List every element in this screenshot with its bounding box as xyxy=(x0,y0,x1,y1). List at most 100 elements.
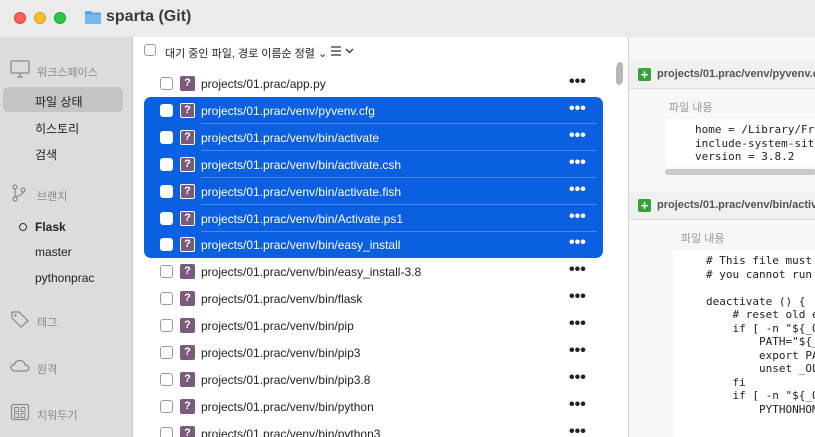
stage-checkbox[interactable] xyxy=(160,130,173,144)
more-options-button[interactable]: ••• xyxy=(569,342,586,360)
sidebar-item-search[interactable]: 검색 xyxy=(3,140,123,165)
stage-checkbox[interactable] xyxy=(160,426,173,437)
stage-checkbox[interactable] xyxy=(160,346,173,359)
stage-checkbox[interactable] xyxy=(160,184,173,198)
file-row[interactable]: ? projects/01.prac/venv/bin/activate ••• xyxy=(144,124,603,151)
file-row[interactable]: ? projects/01.prac/venv/bin/activate.fish… xyxy=(144,178,603,205)
file-row[interactable]: ? projects/01.prac/venv/bin/easy_install-… xyxy=(144,258,603,285)
untracked-status-icon: ? xyxy=(180,425,195,437)
untracked-status-icon: ? xyxy=(180,318,195,334)
more-options-button[interactable]: ••• xyxy=(569,208,586,226)
more-options-button[interactable]: ••• xyxy=(569,369,586,387)
untracked-status-icon: ? xyxy=(180,291,195,307)
more-options-button[interactable]: ••• xyxy=(569,315,586,333)
added-icon: + xyxy=(638,199,651,212)
stage-checkbox[interactable] xyxy=(160,238,173,252)
folder-icon xyxy=(85,11,101,24)
zoom-window-button[interactable] xyxy=(54,12,66,24)
file-path: projects/01.prac/venv/bin/activate xyxy=(201,130,380,145)
file-list-header: 대기 중인 파일, 경로 이름순 정렬 ⌄ xyxy=(134,37,611,63)
diff-code: # This file must be # you cannot run it … xyxy=(706,254,815,416)
more-options-button[interactable]: ••• xyxy=(569,181,586,199)
file-path: projects/01.prac/venv/bin/activate.csh xyxy=(201,157,402,172)
stage-checkbox[interactable] xyxy=(160,157,173,171)
cloud-icon xyxy=(10,359,30,372)
minimize-window-button[interactable] xyxy=(34,12,46,24)
stage-checkbox[interactable] xyxy=(160,372,173,386)
more-options-button[interactable]: ••• xyxy=(569,100,586,118)
stash-icon xyxy=(10,403,30,421)
untracked-status-icon: ? xyxy=(180,156,195,172)
view-options-menu-icon[interactable] xyxy=(330,44,358,58)
stage-checkbox[interactable] xyxy=(160,77,173,90)
file-row[interactable]: ? projects/01.prac/venv/pyvenv.cfg ••• xyxy=(144,97,603,124)
hunk-header: 파일 내용 xyxy=(669,102,713,114)
untracked-status-icon: ? xyxy=(180,129,195,145)
file-path: projects/01.prac/venv/bin/python xyxy=(201,399,374,414)
diff-pane: + projects/01.prac/venv/pyvenv.cfg 파일 내용… xyxy=(628,37,815,437)
file-path: projects/01.prac/venv/bin/pip3 xyxy=(201,346,361,360)
file-path: projects/01.prac/venv/bin/python3 xyxy=(201,426,381,437)
stage-checkbox[interactable] xyxy=(160,319,173,333)
tag-icon xyxy=(11,311,29,328)
more-options-button[interactable]: ••• xyxy=(569,396,586,414)
file-row[interactable]: ? projects/01.prac/venv/bin/easy_install •… xyxy=(144,231,603,258)
monitor-icon xyxy=(10,60,30,78)
branch-icon xyxy=(12,184,26,202)
file-row[interactable]: ? projects/01.prac/venv/bin/pip3 ••• xyxy=(144,339,603,366)
file-path: projects/01.prac/venv/pyvenv.cfg xyxy=(201,103,375,118)
hunk-header: 파일 내용 xyxy=(681,233,725,245)
file-row[interactable]: ? projects/01.prac/venv/bin/pip3.8 ••• xyxy=(144,366,603,393)
untracked-status-icon: ? xyxy=(180,183,195,199)
file-path: projects/01.prac/venv/bin/pip3.8 xyxy=(201,372,371,387)
more-options-button[interactable]: ••• xyxy=(569,234,586,252)
sidebar-branch-pythonprac[interactable]: pythonprac xyxy=(3,265,123,290)
stage-checkbox[interactable] xyxy=(160,265,173,279)
more-options-button[interactable]: ••• xyxy=(569,423,586,437)
sidebar-item-history[interactable]: 히스토리 xyxy=(3,114,123,139)
file-path: projects/01.prac/app.py xyxy=(201,77,326,91)
file-path: projects/01.prac/venv/bin/flask xyxy=(201,292,363,307)
diff-file-header[interactable]: + projects/01.prac/venv/pyvenv.cfg xyxy=(629,61,815,89)
horizontal-scrollbar[interactable] xyxy=(665,169,815,175)
more-options-button[interactable]: ••• xyxy=(569,73,586,91)
diff-file-header[interactable]: + projects/01.prac/venv/bin/activate xyxy=(629,192,815,220)
more-options-button[interactable]: ••• xyxy=(569,127,586,145)
untracked-status-icon: ? xyxy=(180,264,195,280)
stage-checkbox[interactable] xyxy=(160,399,173,413)
file-path: projects/01.prac/venv/bin/easy_install xyxy=(201,238,401,253)
file-path: projects/01.prac/venv/bin/activate.fish xyxy=(201,184,402,199)
sidebar: 워크스페이스 파일 상태 히스토리 검색 브랜치 Flask master py… xyxy=(0,37,133,437)
sidebar-branch-master[interactable]: master xyxy=(3,239,123,264)
file-row[interactable]: ? projects/01.prac/venv/bin/activate.csh •… xyxy=(144,151,603,178)
more-options-button[interactable]: ••• xyxy=(569,261,586,279)
file-row[interactable]: ? projects/01.prac/venv/bin/Activate.ps1 •… xyxy=(144,205,603,232)
close-window-button[interactable] xyxy=(14,12,26,24)
more-options-button[interactable]: ••• xyxy=(569,288,586,306)
file-row[interactable]: ? projects/01.prac/venv/bin/flask ••• xyxy=(144,285,603,312)
select-all-checkbox[interactable] xyxy=(144,44,156,56)
added-icon: + xyxy=(638,68,651,81)
stage-checkbox[interactable] xyxy=(160,292,173,306)
untracked-status-icon: ? xyxy=(180,371,195,387)
sidebar-item-file-status[interactable]: 파일 상태 xyxy=(3,87,123,112)
file-row[interactable]: ? projects/01.prac/app.py ••• xyxy=(144,70,603,97)
diff-scrollbar[interactable] xyxy=(617,62,623,84)
stage-checkbox[interactable] xyxy=(160,211,173,225)
untracked-status-icon: ? xyxy=(180,210,195,226)
file-path: projects/01.prac/venv/bin/easy_install-3… xyxy=(201,265,422,280)
untracked-status-icon: ? xyxy=(180,345,195,360)
untracked-status-icon: ? xyxy=(180,237,195,253)
stage-checkbox[interactable] xyxy=(160,103,173,117)
sidebar-branch-flask[interactable]: Flask xyxy=(3,214,123,239)
file-row[interactable]: ? projects/01.prac/venv/bin/python3 ••• xyxy=(144,420,603,437)
untracked-status-icon: ? xyxy=(180,102,195,118)
file-row[interactable]: ? projects/01.prac/venv/bin/pip ••• xyxy=(144,312,603,339)
file-row[interactable]: ? projects/01.prac/venv/bin/python ••• xyxy=(144,393,603,420)
sort-dropdown[interactable]: 대기 중인 파일, 경로 이름순 정렬 ⌄ xyxy=(165,45,327,61)
untracked-status-icon: ? xyxy=(180,76,195,91)
more-options-button[interactable]: ••• xyxy=(569,154,586,172)
title-bar: sparta (Git) xyxy=(0,0,815,37)
window-title: sparta (Git) xyxy=(106,8,192,25)
current-branch-indicator xyxy=(19,223,27,231)
